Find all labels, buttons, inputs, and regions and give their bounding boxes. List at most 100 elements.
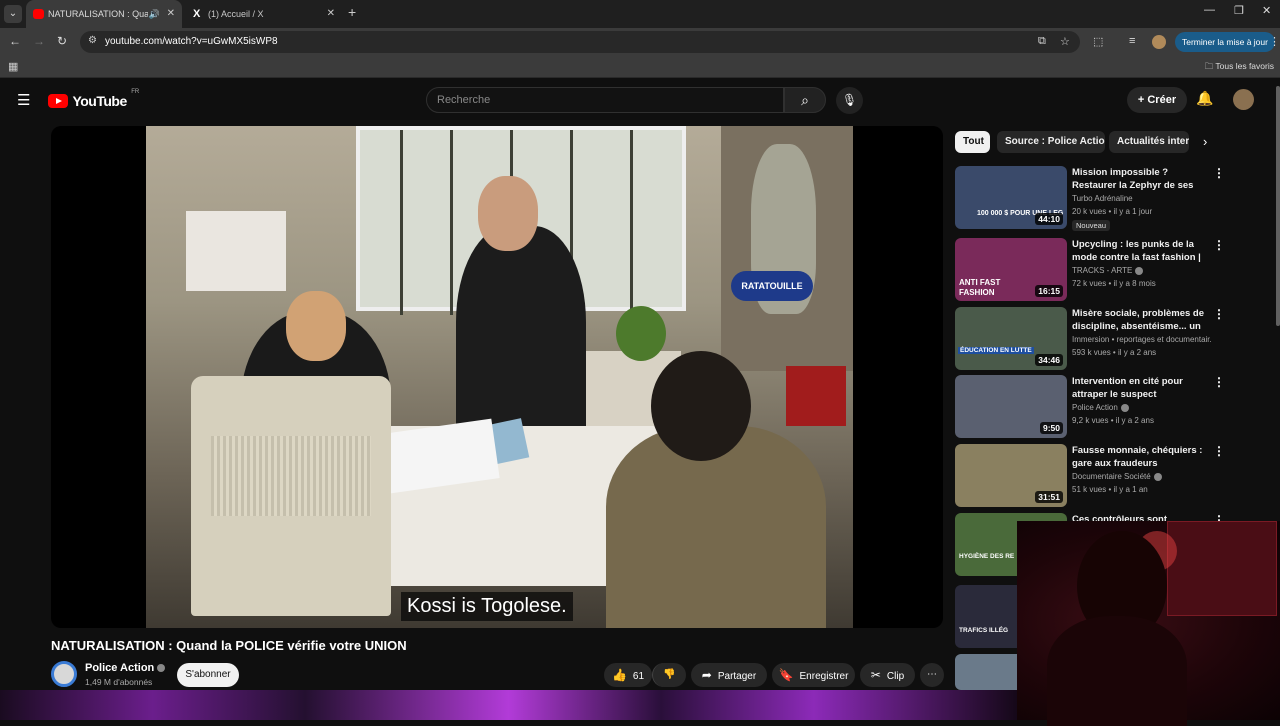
purple-lighting [0,690,1017,720]
page-scrollbar[interactable] [1276,86,1280,326]
reading-list-icon[interactable]: ≡ [1129,35,1135,47]
channel-name[interactable]: Police Action [85,662,166,674]
browser-menu-icon[interactable]: ⋮ [1269,35,1280,48]
related-channel: Turbo Adrénaline [1072,194,1133,203]
share-icon: ➦ [701,668,712,682]
related-video[interactable]: 9:50 Intervention en cité pour attraper … [955,375,1240,441]
video-subtitle: Kossi is Togolese. [401,592,573,621]
verified-icon [1153,472,1162,481]
create-button[interactable]: + Créer [1127,87,1187,113]
site-info-icon[interactable]: ⚙ [88,35,97,46]
minimize-icon[interactable]: — [1204,4,1215,16]
youtube-play-icon [48,93,68,108]
related-video[interactable]: ÉDUCATION EN LUTTE 34:46 Misère sociale,… [955,307,1240,373]
microphone-icon[interactable]: 🎙 [836,87,863,114]
plant [616,306,666,361]
bookmark-icon: 🔖 [778,668,794,682]
tab-title: NATURALISATION : Quand la POLICE vérifie… [48,9,148,19]
url-text: youtube.com/watch?v=uGwMX5isWP8 [105,36,278,47]
verified-icon [1120,403,1129,412]
clip-button[interactable]: ✂ Clip [860,663,915,687]
tab-x[interactable]: X (1) Accueil / X ✕ [186,0,342,28]
bookmark-star-icon[interactable]: ☆ [1060,35,1070,48]
channel-avatar[interactable] [51,661,77,687]
dislike-button[interactable]: 👎 [652,663,686,687]
notifications-bell-icon[interactable]: 🔔 [1196,90,1213,107]
save-button[interactable]: 🔖 Enregistrer [772,663,855,687]
related-title: Intervention en cité pour attraper le su… [1072,376,1183,400]
close-tab-icon[interactable]: ✕ [167,0,175,28]
more-actions-icon[interactable]: ⋯ [920,663,944,687]
related-title: Misère sociale, problèmes de discipline,… [1072,308,1205,332]
menu-icon[interactable]: ☰ [17,91,30,109]
all-bookmarks-folder[interactable]: 🗀 Tous les favoris [1205,61,1274,75]
account-avatar[interactable] [1233,89,1254,110]
back-icon[interactable]: ← [9,34,21,48]
scissors-icon: ✂ [870,668,881,682]
address-bar-row: ← → ↻ ⚙ youtube.com/watch?v=uGwMX5isWP8 … [0,28,1280,56]
plus-icon: + [1137,94,1148,106]
share-button[interactable]: ➦ Partager [691,663,767,687]
maximize-icon[interactable]: ❐ [1234,4,1244,17]
more-options-icon[interactable]: ⋮ [1213,444,1225,458]
create-label: Créer [1147,94,1177,106]
related-video[interactable]: ANTI FAST FASHION 16:15 Upcycling : les … [955,238,1240,304]
related-meta: 593 k vues • il y a 2 ans [1072,348,1157,357]
more-options-icon[interactable]: ⋮ [1213,238,1225,252]
duration-badge: 9:50 [1039,422,1063,434]
related-channel: TRACKS - ARTE [1072,266,1212,275]
related-video[interactable]: 100 000 $ POUR UNE LEG 44:10 Mission imp… [955,166,1240,232]
more-options-icon[interactable]: ⋮ [1213,166,1225,180]
forward-icon[interactable]: → [33,34,45,48]
video-thumbnail[interactable]: ANTI FAST FASHION 16:15 [955,238,1067,301]
new-tab-icon[interactable]: + [348,4,356,20]
folder-icon: 🗀 [1204,61,1216,71]
country-code: FR [131,89,140,95]
related-video[interactable]: 31:51 Fausse monnaie, chéquiers : gare a… [955,444,1240,510]
video-title: NATURALISATION : Quand la POLICE vérifie… [51,638,407,653]
update-button[interactable]: Terminer la mise à jour [1175,32,1275,52]
video-thumbnail[interactable]: ÉDUCATION EN LUTTE 34:46 [955,307,1067,370]
window-close-icon[interactable]: ✕ [1262,4,1271,17]
close-tab-icon[interactable]: ✕ [327,0,335,28]
chip-news[interactable]: Actualités internationales [1109,131,1189,153]
search-icon[interactable]: ⌕ [784,87,826,113]
reload-icon[interactable]: ↻ [57,34,67,48]
poster-sign: RATATOUILLE [731,271,813,301]
subscribe-button[interactable]: S'abonner [177,663,239,687]
install-app-icon[interactable]: ⧉ [1038,35,1046,48]
video-thumbnail[interactable]: 100 000 $ POUR UNE LEG 44:10 [955,166,1067,229]
youtube-logo[interactable]: YouTube FR [48,89,140,110]
bookmarks-label: Tous les favoris [1215,61,1274,71]
chip-source[interactable]: Source : Police Action [997,131,1105,153]
video-thumbnail[interactable]: 9:50 [955,375,1067,438]
duration-badge: 44:10 [1035,213,1063,225]
video-player[interactable]: RATATOUILLE Kossi is Togolese. [51,126,943,628]
bookmarks-bar: ▦ 🗀 Tous les favoris [0,56,1280,78]
profile-avatar[interactable] [1152,35,1166,49]
more-options-icon[interactable]: ⋮ [1213,307,1225,321]
related-meta: 72 k vues • il y a 8 mois [1072,279,1156,288]
chip-all[interactable]: Tout [955,131,990,153]
duration-badge: 16:15 [1035,285,1063,297]
apps-grid-icon[interactable]: ▦ [8,60,18,73]
like-button[interactable]: 👍 61 [604,663,652,687]
standing-man-head [478,176,538,251]
poster: RATATOUILLE [721,126,853,371]
url-field[interactable]: ⚙ youtube.com/watch?v=uGwMX5isWP8 ⧉ ☆ [80,31,1080,53]
thumb-up-icon: 👍 [611,668,627,682]
channel-name-text: Police Action [85,662,155,674]
tab-search-button[interactable]: ⌄ [4,5,22,23]
speaker-icon[interactable]: 🔊 [149,0,160,28]
video-thumbnail[interactable]: 31:51 [955,444,1067,507]
tab-youtube[interactable]: NATURALISATION : Quand la POLICE vérifie… [26,0,182,28]
chevron-right-icon[interactable]: › [1203,134,1207,149]
thumbnail-text: ÉDUCATION EN LUTTE [958,347,1034,354]
related-meta: 51 k vues • il y a 1 an [1072,485,1148,494]
verified-icon [157,664,166,673]
extensions-icon[interactable]: ⬚ [1093,35,1103,48]
search-input[interactable]: Recherche [426,87,784,113]
share-label: Partager [717,671,757,682]
search-placeholder: Recherche [437,94,491,106]
more-options-icon[interactable]: ⋮ [1213,375,1225,389]
